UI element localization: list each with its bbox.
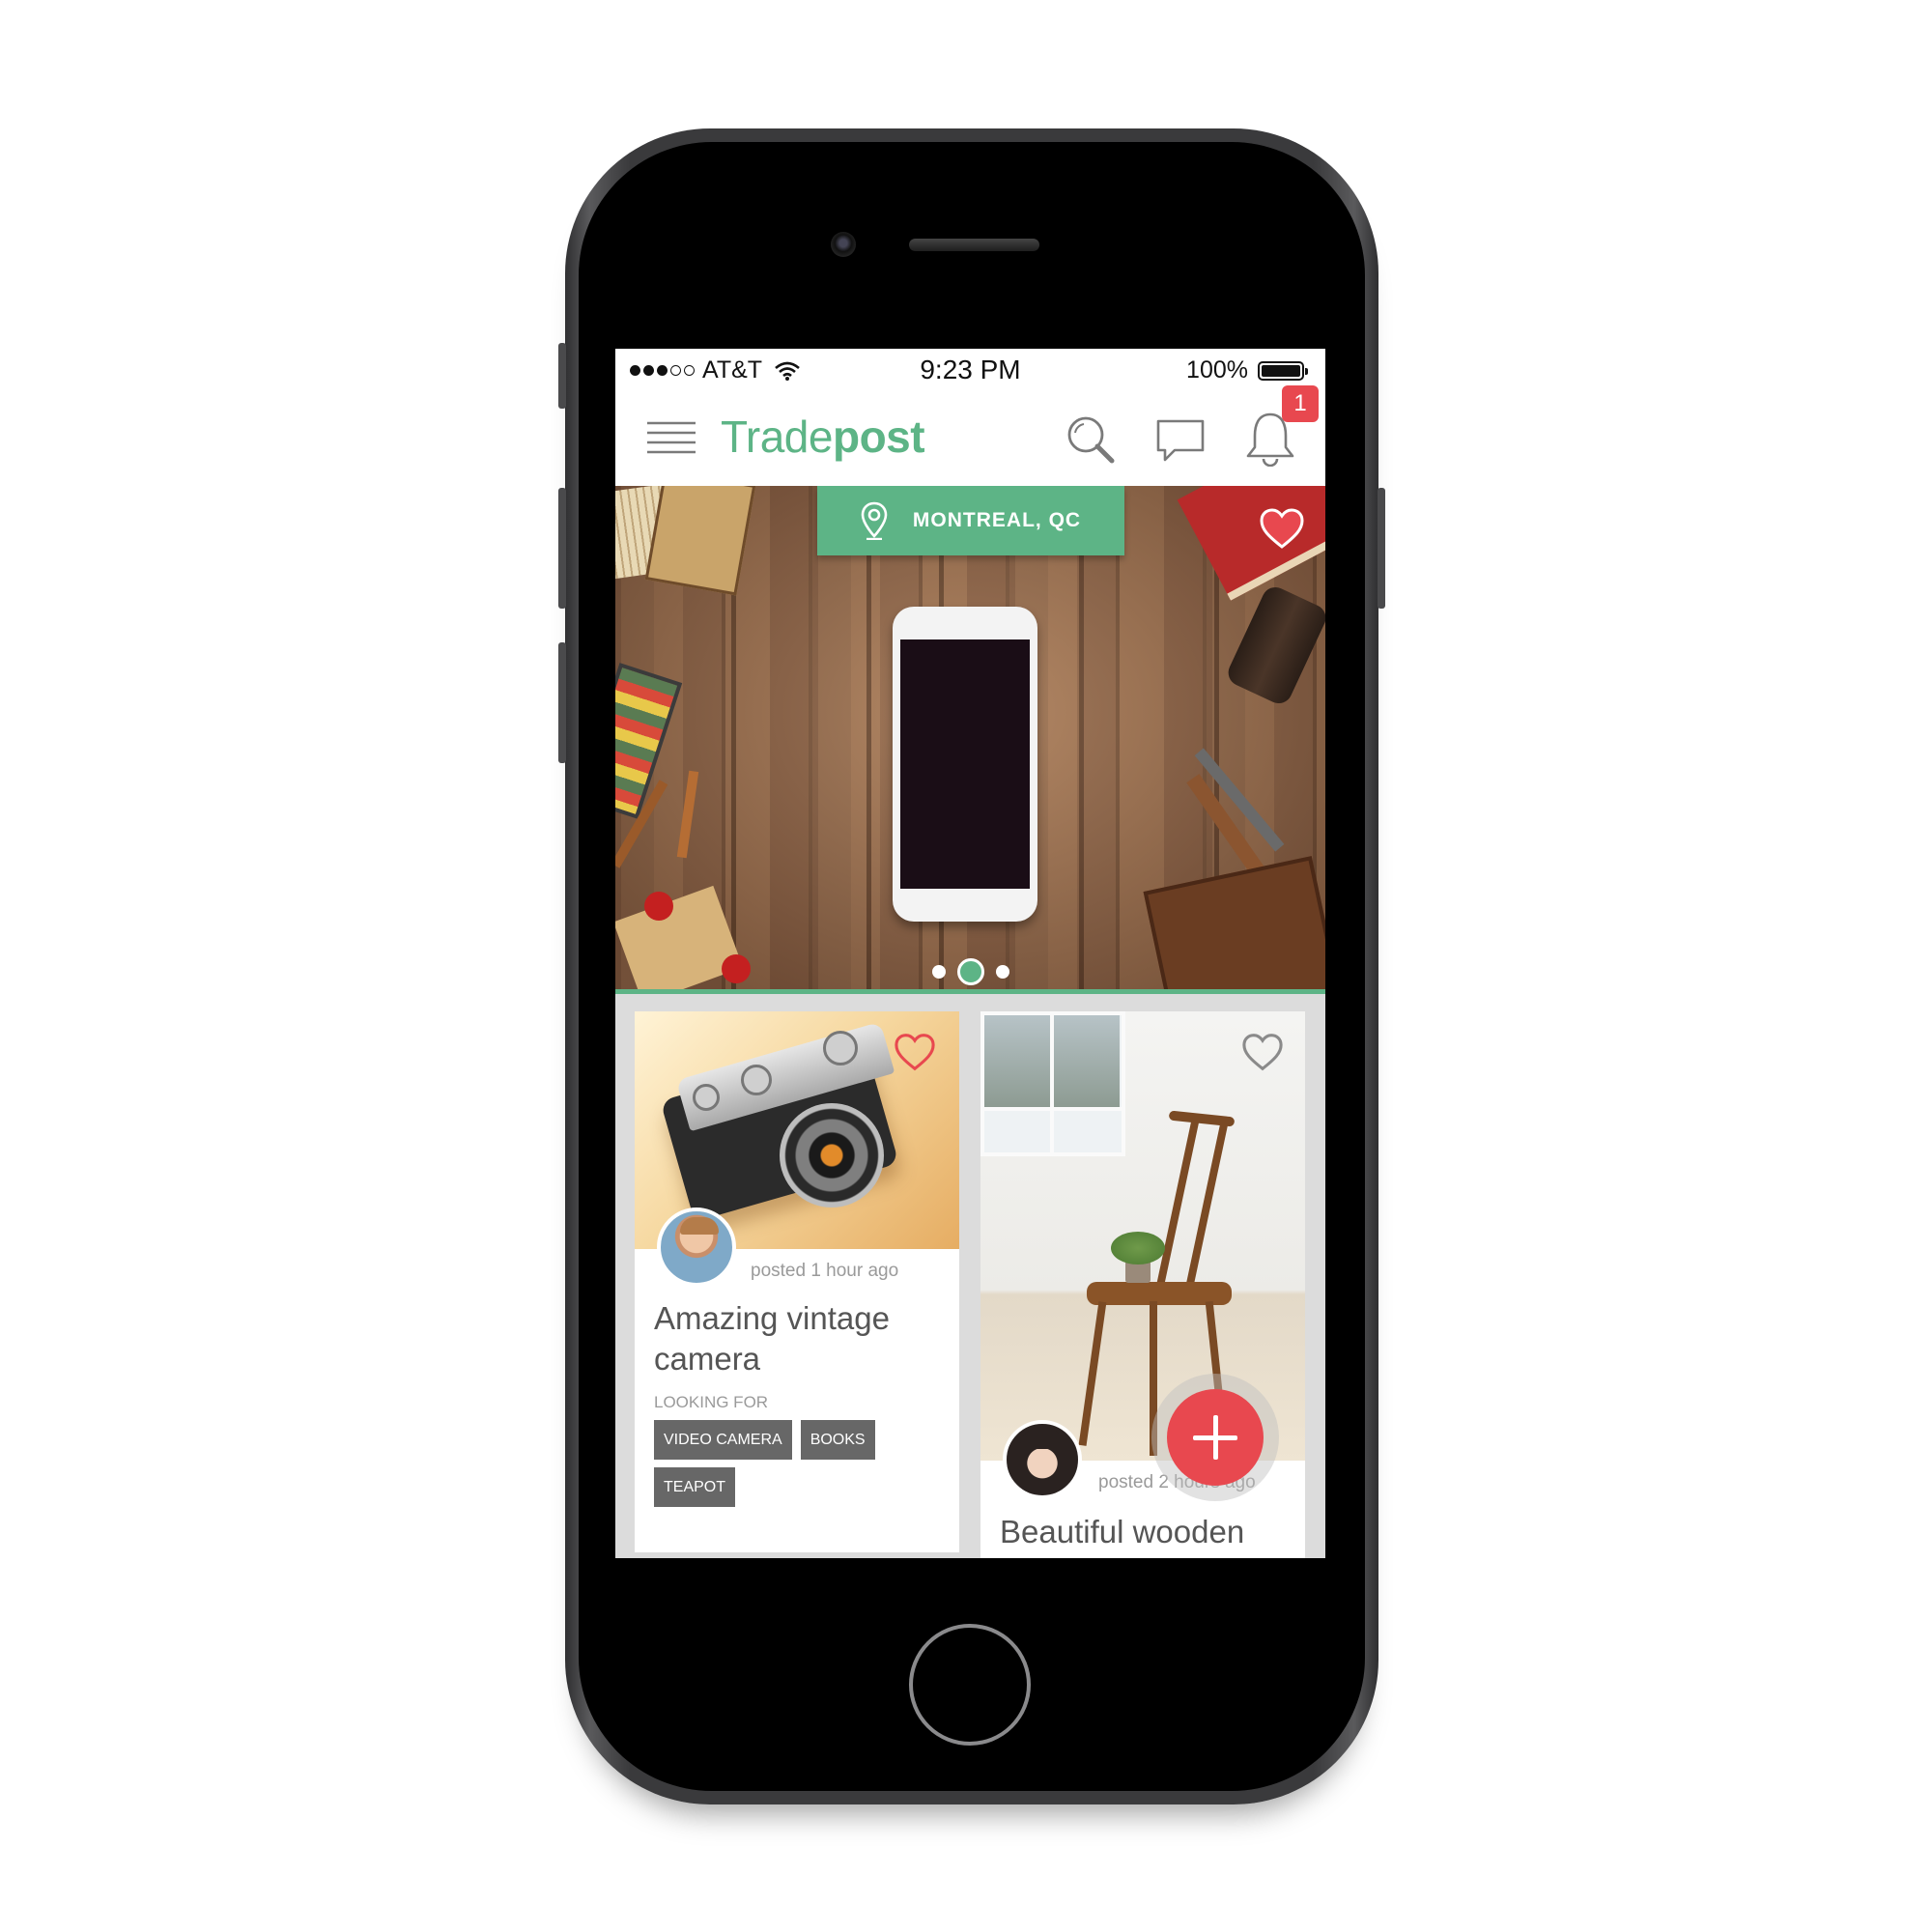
- notification-badge: 1: [1282, 385, 1319, 422]
- posted-time: posted 1 hour ago: [751, 1261, 899, 1281]
- hero-phone-image: [893, 607, 1037, 922]
- battery-percentage: 100%: [1186, 356, 1248, 384]
- location-pin-icon: [861, 501, 888, 540]
- status-bar: AT&T 9:23 PM 100%: [615, 349, 1325, 389]
- power-button: [1378, 488, 1385, 609]
- seller-avatar[interactable]: [657, 1208, 736, 1287]
- volume-down-button: [558, 642, 566, 763]
- tag-books[interactable]: BOOKS: [800, 1420, 875, 1460]
- search-icon[interactable]: [1065, 414, 1116, 465]
- featured-carousel[interactable]: MONTREAL, QC: [615, 486, 1325, 989]
- listing-card[interactable]: posted 1 hour ago Amazing vintage camera…: [635, 1011, 959, 1552]
- location-selector[interactable]: MONTREAL, QC: [817, 486, 1124, 555]
- add-listing-button[interactable]: [1151, 1374, 1279, 1501]
- tag-video-camera[interactable]: VIDEO CAMERA: [654, 1420, 792, 1460]
- hero-prop-box: [644, 486, 756, 596]
- looking-for-label: LOOKING FOR: [654, 1393, 769, 1411]
- front-camera: [831, 232, 856, 257]
- hero-favorite-heart-icon[interactable]: [1259, 507, 1305, 550]
- carousel-pagination: [615, 958, 1325, 985]
- listing-favorite-heart-icon[interactable]: [1241, 1033, 1284, 1071]
- tag-teapot[interactable]: TEAPOT: [654, 1467, 736, 1507]
- hero-prop-toy-wheel-1: [644, 892, 673, 921]
- carousel-dot-2[interactable]: [956, 958, 984, 985]
- logo-light-text: Trade: [721, 412, 833, 462]
- chat-icon[interactable]: [1155, 418, 1206, 463]
- hero-phone-screen: [900, 639, 1030, 889]
- listing-favorite-heart-icon[interactable]: [894, 1033, 936, 1071]
- volume-up-button: [558, 488, 566, 609]
- seller-avatar[interactable]: [1003, 1420, 1082, 1499]
- listings-feed: posted 1 hour ago Amazing vintage camera…: [615, 994, 1325, 1558]
- carousel-dot-3[interactable]: [995, 965, 1009, 979]
- looking-for-tags: VIDEO CAMERA BOOKS TEAPOT: [654, 1420, 944, 1507]
- mute-switch: [558, 343, 566, 409]
- app-logo[interactable]: Tradepost: [721, 411, 925, 463]
- plus-icon: [1167, 1389, 1264, 1486]
- listing-title: Amazing vintage camera: [654, 1300, 890, 1377]
- notifications-button[interactable]: 1: [1243, 385, 1325, 486]
- earpiece: [909, 239, 1039, 251]
- app-screen: AT&T 9:23 PM 100% Tradepost 1 MONTREAL, …: [615, 349, 1325, 1558]
- carousel-dot-1[interactable]: [931, 965, 946, 979]
- logo-bold-text: post: [832, 412, 925, 462]
- home-button[interactable]: [909, 1624, 1031, 1746]
- listing-title: Beautiful wooden: [1000, 1514, 1245, 1549]
- status-right: 100%: [1186, 356, 1308, 384]
- battery-icon: [1258, 360, 1308, 381]
- menu-icon[interactable]: [647, 421, 696, 454]
- app-header: Tradepost 1: [615, 385, 1325, 486]
- location-label: MONTREAL, QC: [912, 509, 1082, 531]
